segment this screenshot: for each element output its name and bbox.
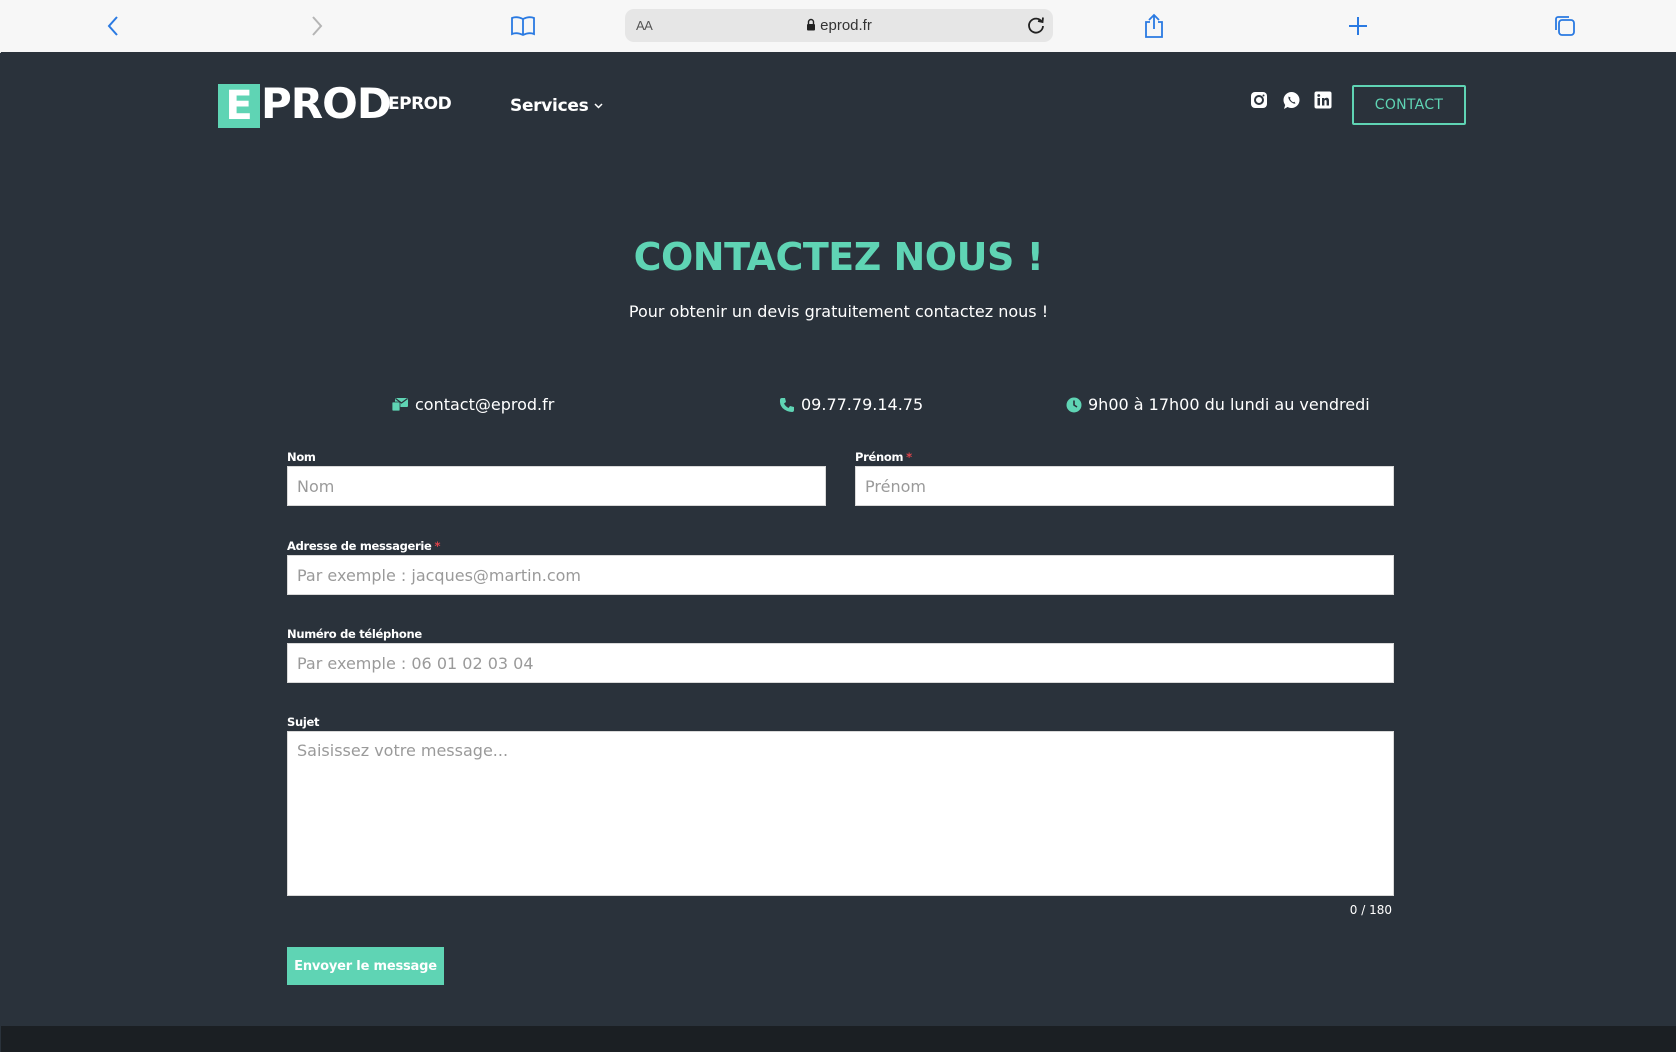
url-text: eprod.fr	[625, 17, 1053, 35]
share-icon[interactable]	[1138, 10, 1170, 42]
logo-wordmark[interactable]: PROD	[261, 78, 392, 130]
subject-label-text: Sujet	[287, 715, 320, 729]
subject-label: Sujet	[287, 715, 320, 729]
info-phone: 09.77.79.14.75	[779, 395, 923, 414]
phone-icon	[779, 397, 794, 412]
info-hours: 9h00 à 17h00 du lundi au vendredi	[1066, 395, 1370, 414]
required-marker: *	[906, 450, 912, 464]
url-label: eprod.fr	[820, 17, 872, 34]
info-phone-text: 09.77.79.14.75	[801, 395, 924, 414]
instagram-icon[interactable]	[1248, 89, 1270, 111]
email-label-text: Adresse de messagerie	[287, 539, 432, 553]
nav-services-label: Services	[510, 96, 589, 116]
required-marker: *	[434, 539, 441, 553]
tabs-icon[interactable]	[1549, 10, 1581, 42]
phone-label: Numéro de téléphone	[287, 627, 422, 641]
browser-toolbar: AA eprod.fr	[0, 0, 1676, 53]
phone-input[interactable]	[287, 643, 1394, 683]
prenom-label-text: Prénom	[855, 450, 904, 464]
new-tab-icon[interactable]	[1342, 10, 1374, 42]
bookmarks-icon[interactable]	[507, 10, 539, 42]
chevron-down-icon	[594, 94, 603, 114]
info-email-text: contact@eprod.fr	[415, 395, 555, 414]
linkedin-icon[interactable]	[1312, 89, 1334, 111]
lock-icon	[806, 18, 816, 35]
info-email: contact@eprod.fr	[392, 395, 554, 414]
whatsapp-icon[interactable]	[1280, 89, 1302, 111]
forward-icon[interactable]	[301, 10, 333, 42]
nav-services-menu[interactable]: Services	[510, 94, 603, 116]
reload-icon[interactable]	[1025, 14, 1047, 40]
page-content: E PROD EPROD Services CONTACT CONTACTEZ …	[1, 52, 1676, 1052]
back-icon[interactable]	[97, 10, 129, 42]
send-message-button[interactable]: Envoyer le message	[287, 947, 444, 985]
phone-label-text: Numéro de téléphone	[287, 627, 422, 641]
email-input[interactable]	[287, 555, 1394, 595]
address-bar[interactable]: AA eprod.fr	[625, 9, 1053, 42]
page-title: CONTACTEZ NOUS !	[633, 235, 1044, 279]
nom-label: Nom	[287, 450, 316, 464]
prenom-input[interactable]	[855, 466, 1394, 506]
brand-name[interactable]: EPROD	[388, 94, 452, 114]
prenom-label: Prénom *	[855, 450, 912, 464]
message-textarea[interactable]	[287, 731, 1394, 896]
nom-label-text: Nom	[287, 450, 316, 464]
logo-mark[interactable]: E	[218, 84, 260, 128]
email-label: Adresse de messagerie *	[287, 539, 441, 553]
page-subtitle: Pour obtenir un devis gratuitement conta…	[628, 302, 1049, 321]
footer	[1, 1026, 1676, 1052]
contact-button[interactable]: CONTACT	[1352, 85, 1466, 125]
nom-input[interactable]	[287, 466, 826, 506]
info-hours-text: 9h00 à 17h00 du lundi au vendredi	[1088, 395, 1370, 414]
email-icon	[392, 398, 408, 412]
character-counter: 0 / 180	[1349, 903, 1392, 917]
clock-icon	[1066, 397, 1082, 412]
